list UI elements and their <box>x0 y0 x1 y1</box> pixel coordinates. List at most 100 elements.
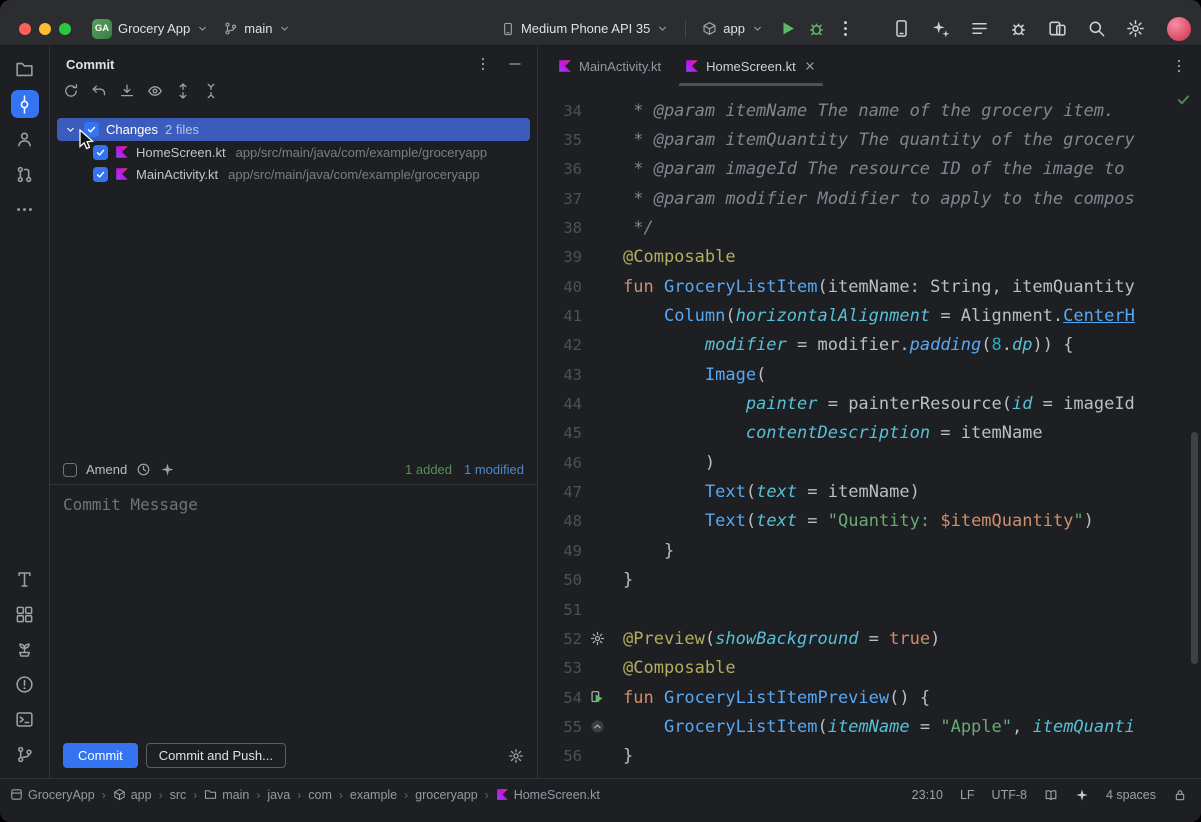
rail-pull-requests-button[interactable] <box>11 160 39 188</box>
line-number[interactable]: 56 <box>538 747 584 765</box>
line-number[interactable]: 49 <box>538 542 584 560</box>
branch-selector[interactable]: main <box>216 18 298 39</box>
breadcrumb-item[interactable]: main <box>204 788 249 802</box>
debug-button[interactable] <box>803 16 829 42</box>
rail-project-folder-button[interactable] <box>11 55 39 83</box>
file-checkbox[interactable] <box>93 167 108 182</box>
rail-typography-button[interactable] <box>11 565 39 593</box>
preview-diff-button[interactable] <box>147 83 163 104</box>
write-lock-icon[interactable] <box>1173 788 1187 802</box>
line-number[interactable]: 35 <box>538 131 584 149</box>
line-number[interactable]: 39 <box>538 248 584 266</box>
line-number[interactable]: 38 <box>538 219 584 237</box>
editor-options-icon[interactable] <box>1171 58 1187 74</box>
changed-file-row[interactable]: HomeScreen.kt app/src/main/java/com/exam… <box>50 141 537 163</box>
close-tab-icon[interactable] <box>803 59 817 73</box>
rail-problems-button[interactable] <box>11 670 39 698</box>
tab-homescreen-kt[interactable]: HomeScreen.kt <box>673 46 829 86</box>
kebab-menu-icon[interactable] <box>475 56 491 72</box>
caret-position[interactable]: 23:10 <box>912 788 943 802</box>
editor-scrollbar[interactable] <box>1191 432 1198 664</box>
changes-root-row[interactable]: Changes 2 files <box>57 118 530 141</box>
search-button[interactable] <box>1083 16 1109 42</box>
shelve-button[interactable] <box>119 83 135 104</box>
tab-mainactivity-kt[interactable]: MainActivity.kt <box>546 46 673 86</box>
device-selector[interactable]: Medium Phone API 35 <box>494 18 676 39</box>
file-checkbox[interactable] <box>93 145 108 160</box>
indent-setting[interactable]: 4 spaces <box>1106 788 1156 802</box>
running-devices-button[interactable] <box>888 16 914 42</box>
fullscreen-window-button[interactable] <box>59 23 71 35</box>
rail-share-button[interactable] <box>11 125 39 153</box>
expand-all-button[interactable] <box>175 83 191 104</box>
rail-terminal-button[interactable] <box>11 705 39 733</box>
task-list-button[interactable] <box>966 16 992 42</box>
line-ending[interactable]: LF <box>960 788 975 802</box>
close-window-button[interactable] <box>19 23 31 35</box>
inspections-ok-icon[interactable] <box>1176 92 1191 107</box>
minimize-window-button[interactable] <box>39 23 51 35</box>
breadcrumb-item[interactable]: app <box>113 788 152 802</box>
breadcrumb-item[interactable]: example <box>350 788 397 802</box>
line-number[interactable]: 53 <box>538 659 584 677</box>
chevron-down-icon[interactable] <box>64 123 77 136</box>
amend-checkbox[interactable] <box>63 463 77 477</box>
breadcrumb-item[interactable]: src <box>170 788 187 802</box>
line-number[interactable]: 41 <box>538 307 584 325</box>
rail-version-control-button[interactable] <box>11 740 39 768</box>
ai-sparkle-icon[interactable] <box>1075 788 1089 802</box>
settings-button[interactable] <box>1122 16 1148 42</box>
user-avatar[interactable] <box>1167 17 1191 41</box>
line-number[interactable]: 45 <box>538 424 584 442</box>
collapse-all-button[interactable] <box>203 83 219 104</box>
gear-icon[interactable] <box>508 748 524 764</box>
history-clock-icon[interactable] <box>136 462 151 477</box>
line-number[interactable]: 50 <box>538 571 584 589</box>
run-config-selector[interactable]: app <box>695 18 771 39</box>
gutter[interactable] <box>584 719 611 734</box>
line-number[interactable]: 34 <box>538 102 584 120</box>
line-number[interactable]: 43 <box>538 366 584 384</box>
line-number[interactable]: 42 <box>538 336 584 354</box>
changes-checkbox[interactable] <box>84 122 99 137</box>
reader-mode-icon[interactable] <box>1044 788 1058 802</box>
more-actions-button[interactable] <box>832 16 858 42</box>
bug-report-button[interactable] <box>1005 16 1031 42</box>
commit-message-input[interactable]: Commit Message <box>50 484 537 736</box>
line-number[interactable]: 55 <box>538 718 584 736</box>
line-number[interactable]: 48 <box>538 512 584 530</box>
breadcrumb-item[interactable]: com <box>308 788 332 802</box>
commit-and-push-button[interactable]: Commit and Push... <box>146 743 286 768</box>
breadcrumb-item[interactable]: GroceryApp <box>10 788 95 802</box>
refresh-button[interactable] <box>63 83 79 104</box>
line-number[interactable]: 44 <box>538 395 584 413</box>
breadcrumb-item[interactable]: HomeScreen.kt <box>496 788 600 802</box>
breadcrumb-item[interactable]: groceryapp <box>415 788 478 802</box>
line-number[interactable]: 40 <box>538 278 584 296</box>
rollback-button[interactable] <box>91 83 107 104</box>
file-encoding[interactable]: UTF-8 <box>992 788 1027 802</box>
breadcrumb-item[interactable]: java <box>267 788 290 802</box>
hide-panel-icon[interactable] <box>507 56 523 72</box>
rail-commit-button[interactable] <box>11 90 39 118</box>
gutter[interactable] <box>584 690 611 705</box>
ai-sparkle-icon[interactable] <box>160 462 175 477</box>
changed-file-row[interactable]: MainActivity.kt app/src/main/java/com/ex… <box>50 163 537 185</box>
line-number[interactable]: 37 <box>538 190 584 208</box>
ai-assistant-button[interactable] <box>927 16 953 42</box>
line-number[interactable]: 36 <box>538 160 584 178</box>
commit-button[interactable]: Commit <box>63 743 138 768</box>
run-button[interactable] <box>774 16 800 42</box>
line-number[interactable]: 46 <box>538 454 584 472</box>
project-selector[interactable]: GA Grocery App <box>85 16 216 42</box>
line-number[interactable]: 52 <box>538 630 584 648</box>
code-viewport[interactable]: 34 * @param itemName The name of the gro… <box>538 86 1201 778</box>
line-number[interactable]: 51 <box>538 601 584 619</box>
gutter[interactable] <box>584 631 611 646</box>
rail-app-inspection-button[interactable] <box>11 635 39 663</box>
line-number[interactable]: 54 <box>538 689 584 707</box>
rail-resource-manager-button[interactable] <box>11 600 39 628</box>
device-mirroring-button[interactable] <box>1044 16 1070 42</box>
rail-more-button[interactable] <box>11 195 39 223</box>
line-number[interactable]: 47 <box>538 483 584 501</box>
